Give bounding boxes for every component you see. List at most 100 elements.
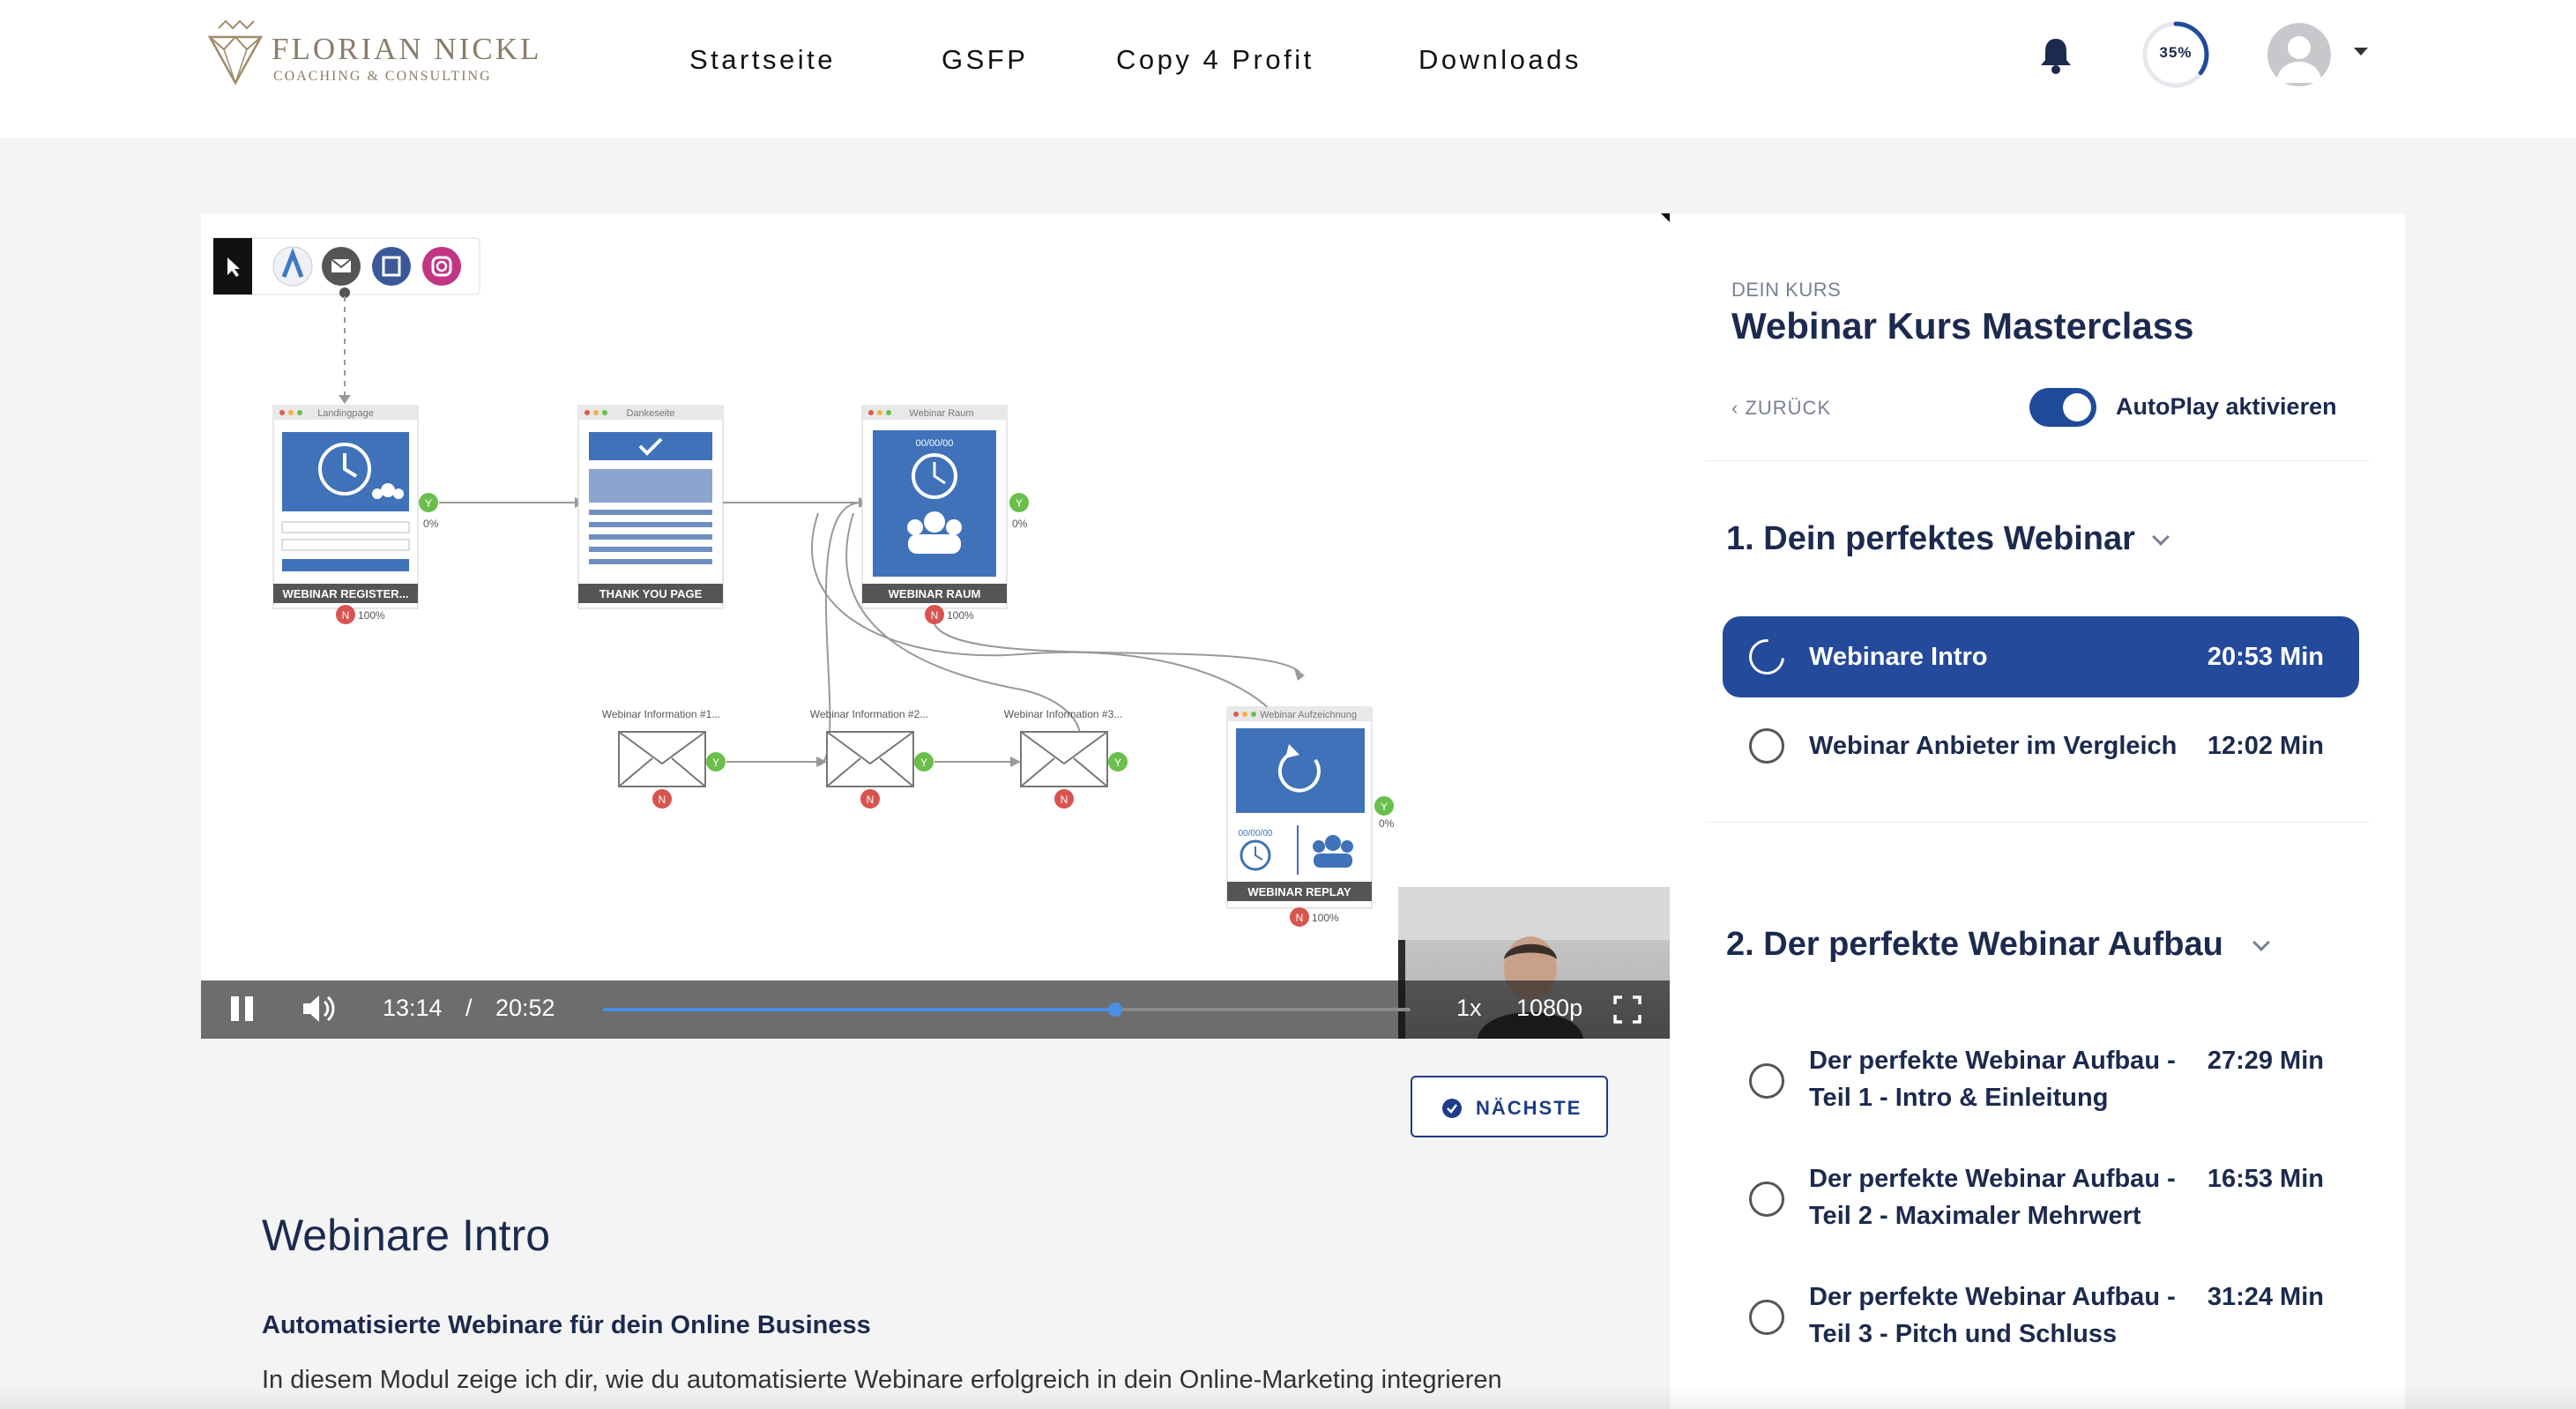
- volume-icon[interactable]: [300, 991, 339, 1026]
- replay-caption: WEBINAR REPLAY: [1247, 885, 1351, 898]
- webinar-raum-date: 00/00/00: [916, 438, 954, 449]
- progress-label: 35%: [2159, 44, 2193, 61]
- landing-no-stat: 100%: [358, 609, 385, 622]
- chevron-left-icon: ‹: [1731, 397, 1746, 419]
- nav-item-gsfp[interactable]: GSFP: [942, 44, 1028, 76]
- lesson-item-active[interactable]: Webinare Intro 20:53 Min: [1723, 616, 2359, 697]
- lesson-item-title: Der perfekte Webinar Aufbau - Teil 3 - P…: [1809, 1279, 2176, 1353]
- lesson-item-title: Webinare Intro: [1809, 643, 1988, 671]
- lesson-item-title-line2: Teil 1 - Intro & Einleitung: [1809, 1084, 2109, 1112]
- lesson-item-title: Der perfekte Webinar Aufbau - Teil 2 - M…: [1809, 1160, 2176, 1234]
- nav-item-startseite[interactable]: Startseite: [689, 44, 836, 76]
- bell-icon[interactable]: [2038, 35, 2073, 74]
- check-circle-icon: [1442, 1099, 1462, 1118]
- section-2-header[interactable]: 2. Der perfekte Webinar Aufbau: [1726, 926, 2223, 964]
- lesson-item-title: Der perfekte Webinar Aufbau - Teil 1 - I…: [1809, 1042, 2176, 1116]
- lesson-item[interactable]: Der perfekte Webinar Aufbau - Teil 3 - P…: [1723, 1270, 2359, 1367]
- lesson-item-title-line2: Teil 2 - Maximaler Mehrwert: [1809, 1202, 2141, 1230]
- bottom-shadow: [0, 1384, 2576, 1409]
- avatar-icon: [2276, 36, 2322, 83]
- dankeseite-caption: THANK YOU PAGE: [599, 587, 703, 600]
- webinar-raum-label: Webinar Raum: [909, 408, 973, 419]
- landing-yes-stat: 0%: [423, 518, 439, 530]
- pause-icon[interactable]: [227, 991, 259, 1026]
- divider: [1705, 460, 2370, 461]
- lesson-item[interactable]: Der perfekte Webinar Aufbau - Teil 1 - I…: [1723, 1033, 2359, 1130]
- lesson-item-title-line1: Der perfekte Webinar Aufbau -: [1809, 1047, 2176, 1075]
- seek-handle[interactable]: [1107, 1003, 1122, 1017]
- replay-yes-stat: 0%: [1379, 817, 1395, 830]
- raum-no-stat: 100%: [947, 609, 974, 622]
- nav-item-copy-4-profit[interactable]: Copy 4 Profit: [1116, 44, 1314, 76]
- replay-yes-badge: Y: [1381, 801, 1388, 813]
- email-2-yes-badge: Y: [920, 757, 927, 769]
- raum-yes-stat: 0%: [1012, 518, 1028, 530]
- chevron-down-icon[interactable]: [2354, 48, 2368, 56]
- chevron-down-icon[interactable]: [2252, 934, 2270, 951]
- next-lesson-button[interactable]: NÄCHSTE: [1411, 1076, 1608, 1137]
- top-header: FLORIAN NICKL COACHING & CONSULTING Star…: [0, 0, 2576, 139]
- toggle-knob: [2063, 393, 2091, 421]
- chevron-down-icon[interactable]: [2152, 528, 2170, 546]
- video-player[interactable]: Landingpage WEBINAR REGISTER... Y 0% N 1…: [201, 213, 1670, 1039]
- replay-no-stat: 100%: [1312, 912, 1339, 924]
- email-3-yes-badge: Y: [1114, 757, 1121, 769]
- next-lesson-label: NÄCHSTE: [1476, 1097, 1582, 1119]
- raum-yes-badge: Y: [1016, 497, 1023, 510]
- brand-name: FLORIAN NICKL: [272, 32, 542, 66]
- circle-icon: [1749, 1063, 1784, 1099]
- back-label: ZURÜCK: [1745, 397, 1832, 419]
- landingpage-caption: WEBINAR REGISTER...: [282, 587, 408, 600]
- lesson-item-duration: 16:53 Min: [2207, 1165, 2324, 1193]
- lesson-item[interactable]: Webinar Anbieter im Vergleich 12:02 Min: [1723, 707, 2359, 788]
- playback-speed[interactable]: 1x: [1456, 995, 1482, 1022]
- lesson-item[interactable]: Der perfekte Webinar Aufbau - Teil 2 - M…: [1723, 1152, 2359, 1249]
- fullscreen-icon[interactable]: [1613, 995, 1642, 1024]
- dankeseite-label: Dankeseite: [626, 408, 674, 419]
- course-sidebar: DEIN KURS Webinar Kurs Masterclass ‹ ZUR…: [1670, 213, 2405, 1409]
- lesson-item-duration: 12:02 Min: [2207, 732, 2324, 760]
- section-1-header[interactable]: 1. Dein perfektes Webinar: [1726, 520, 2135, 558]
- lesson-item-title: Webinar Anbieter im Vergleich: [1809, 732, 2178, 760]
- replay-no-badge: N: [1296, 912, 1304, 924]
- quality-selector[interactable]: 1080p: [1516, 995, 1582, 1022]
- email-3-no-badge: N: [1061, 794, 1068, 806]
- email-2-label: Webinar Information #2...: [810, 708, 929, 720]
- lesson-item-duration: 27:29 Min: [2207, 1047, 2324, 1075]
- time-separator: /: [465, 995, 473, 1021]
- current-time: 13:14: [383, 995, 443, 1021]
- diamond-crown-icon: [207, 19, 264, 86]
- brand-subtitle: COACHING & CONSULTING: [273, 69, 492, 84]
- total-duration: 20:52: [495, 995, 555, 1021]
- raum-no-badge: N: [931, 609, 939, 622]
- email-1-label: Webinar Information #1...: [602, 708, 721, 720]
- lesson-subtitle: Automatisierte Webinare für dein Online …: [262, 1311, 871, 1339]
- video-controls: 13:14 / 20:52 1x 1080p: [201, 980, 1670, 1039]
- user-avatar[interactable]: [2267, 23, 2331, 86]
- lesson-item-duration: 20:53 Min: [2207, 643, 2324, 671]
- divider: [1705, 822, 2370, 823]
- circle-icon: [1749, 728, 1784, 764]
- email-2-no-badge: N: [867, 794, 875, 806]
- lesson-item-duration: 31:24 Min: [2207, 1283, 2324, 1311]
- landing-yes-badge: Y: [425, 497, 432, 510]
- landingpage-label: Landingpage: [317, 408, 374, 419]
- email-1-yes-badge: Y: [712, 757, 719, 769]
- replay-date: 00/00/00: [1239, 829, 1273, 839]
- circle-icon: [1749, 1182, 1784, 1217]
- seek-bar[interactable]: [603, 1003, 1411, 1017]
- back-link[interactable]: ‹ ZURÜCK: [1731, 397, 1831, 420]
- seek-bar-fill: [603, 1008, 1115, 1011]
- autoplay-label: AutoPlay aktivieren: [2116, 393, 2337, 420]
- course-kicker: DEIN KURS: [1731, 279, 1842, 301]
- course-progress-ring[interactable]: 35%: [2140, 19, 2211, 90]
- lesson-item-title-line1: Der perfekte Webinar Aufbau -: [1809, 1165, 2176, 1193]
- email-1-no-badge: N: [659, 794, 666, 806]
- course-title: Webinar Kurs Masterclass: [1731, 305, 2194, 347]
- brand-logo[interactable]: FLORIAN NICKL COACHING & CONSULTING: [205, 18, 540, 92]
- lesson-item-title-line1: Der perfekte Webinar Aufbau -: [1809, 1283, 2176, 1311]
- nav-item-downloads[interactable]: Downloads: [1418, 44, 1582, 76]
- spinner-icon: [1741, 631, 1792, 682]
- circle-icon: [1749, 1300, 1784, 1335]
- autoplay-toggle[interactable]: [2029, 388, 2096, 427]
